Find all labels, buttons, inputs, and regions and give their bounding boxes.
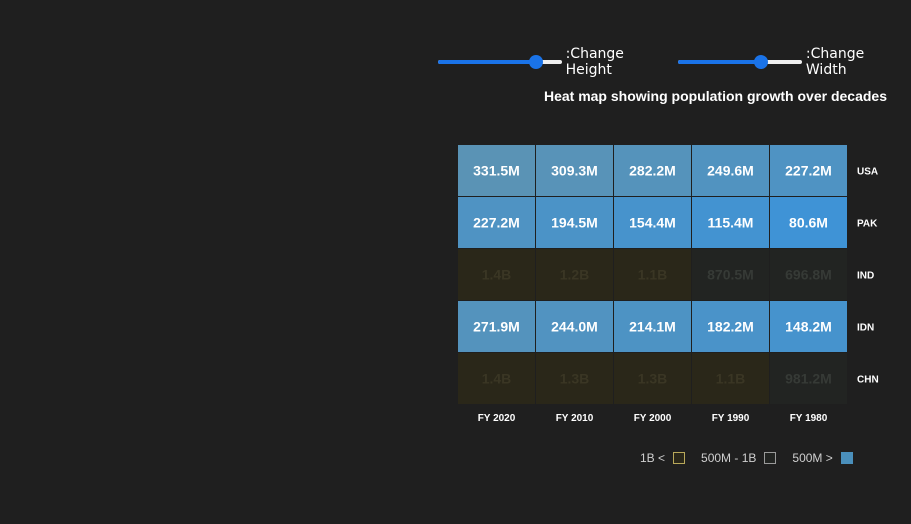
cell-value-label: 154.4M [629, 215, 676, 231]
x-tick-label: FY 1980 [790, 413, 828, 424]
x-tick-label: FY 2000 [634, 413, 672, 424]
cell-value-label: 244.0M [551, 319, 598, 335]
y-tick-label: IDN [857, 323, 874, 334]
legend-swatch [673, 452, 686, 464]
legend-swatch [840, 452, 853, 464]
heatmap-chart: 331.5M 309.3M 282.2M 249.6M 227.2M USA 227.2M 1… [458, 145, 879, 424]
cell-value-label: 271.9M [473, 319, 520, 335]
cell-value-label: 115.4M [708, 215, 754, 231]
legend-label: 1B < [640, 451, 666, 465]
x-tick-label: FY 2020 [478, 413, 516, 424]
cell-value-label: 1.3B [560, 371, 590, 387]
cell-value-label: 194.5M [551, 215, 598, 231]
y-tick-label: PAK [857, 219, 878, 230]
cell-value-label: 1.1B [716, 371, 746, 387]
cell-value-label: 309.3M [551, 163, 598, 179]
heatmap-legend: 1B < 500M - 1B 500M > [640, 451, 853, 465]
legend-item: 500M > [792, 451, 853, 465]
legend-label: 500M > [792, 451, 833, 465]
cell-value-label: 80.6M [789, 215, 828, 231]
cell-value-label: 696.8M [785, 267, 832, 283]
cell-value-label: 249.6M [707, 163, 754, 179]
cell-value-label: 870.5M [707, 267, 754, 283]
cell-value-label: 1.4B [482, 267, 512, 283]
y-tick-label: USA [857, 167, 878, 178]
x-tick-label: FY 2010 [556, 413, 594, 424]
cell-value-label: 148.2M [785, 319, 832, 335]
cell-value-label: 1.2B [560, 267, 590, 283]
cell-value-label: 331.5M [473, 163, 520, 179]
cell-value-label: 214.1M [629, 319, 676, 335]
cell-value-label: 227.2M [785, 163, 832, 179]
cell-value-label: 1.1B [638, 267, 668, 283]
legend-item: 500M - 1B [701, 451, 777, 465]
y-tick-label: CHN [857, 375, 879, 386]
cell-value-label: 1.3B [638, 371, 668, 387]
legend-label: 500M - 1B [701, 451, 757, 465]
y-tick-label: IND [857, 271, 874, 282]
cell-value-label: 981.2M [785, 371, 832, 387]
cell-value-label: 282.2M [629, 163, 676, 179]
legend-swatch [764, 452, 777, 464]
cell-value-label: 1.4B [482, 371, 512, 387]
cell-value-label: 227.2M [473, 215, 520, 231]
x-tick-label: FY 1990 [712, 413, 750, 424]
legend-item: 1B < [640, 451, 686, 465]
cell-value-label: 182.2M [707, 319, 754, 335]
